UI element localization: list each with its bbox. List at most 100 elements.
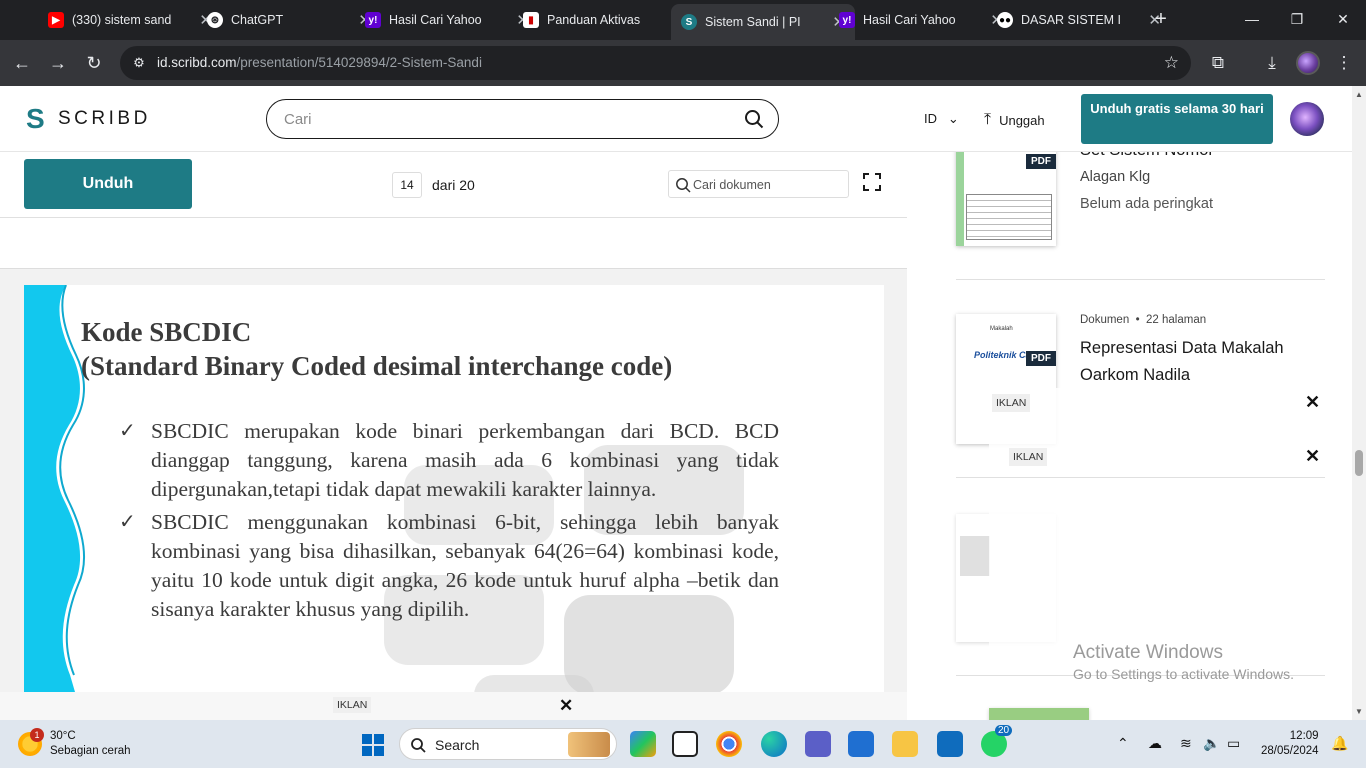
language-label: ID (924, 111, 937, 126)
battery-icon[interactable]: ▭ (1227, 735, 1240, 752)
tab-scribd-active[interactable]: S Sistem Sandi | PI ✕ (671, 4, 855, 40)
search-icon[interactable] (744, 109, 764, 129)
site-search-input[interactable]: Cari (266, 99, 779, 139)
extensions-icon[interactable]: ⧉ (1206, 51, 1230, 75)
scribd-logo[interactable]: S SCRIBD (26, 105, 151, 133)
doc-author[interactable]: Alagan Klg (1080, 169, 1150, 185)
pdf-badge: PDF (1026, 154, 1056, 169)
mail-icon[interactable] (937, 731, 963, 757)
weather-widget[interactable]: 1 30°C Sebagian cerah (18, 728, 131, 759)
doc-meta: Dokumen • 22 halaman (1080, 314, 1207, 326)
bookmark-star-icon[interactable]: ☆ (1164, 53, 1179, 73)
thumb-stripe (956, 152, 964, 246)
back-button[interactable]: ← (10, 51, 34, 75)
edge-icon[interactable] (761, 731, 787, 757)
page-number-input[interactable]: 14 (392, 172, 422, 198)
notification-bell-icon[interactable]: 🔔 (1331, 735, 1348, 752)
chatgpt-icon: ⊛ (207, 12, 223, 28)
notification-badge: 20 (995, 725, 1013, 736)
clock-time: 12:09 (1289, 730, 1319, 742)
address-bar[interactable]: ⚙ id.scribd.com/presentation/514029894/2… (120, 46, 1191, 80)
tab-youtube[interactable]: ▶ (330) sistem sand ✕ (38, 4, 222, 36)
weather-condition: Sebagian cerah (50, 745, 131, 757)
profile-avatar[interactable] (1296, 51, 1320, 75)
close-icon[interactable]: ✕ (1305, 446, 1320, 467)
watermark-line2: Go to Settings to activate Windows. (1073, 666, 1294, 682)
store-icon[interactable] (848, 731, 874, 757)
slide-title-line2: (Standard Binary Coded desimal interchan… (81, 351, 673, 381)
file-explorer-icon[interactable] (892, 731, 918, 757)
pdf-badge: PDF (1026, 351, 1056, 366)
language-selector[interactable]: ID ⌄ (924, 111, 959, 127)
free-trial-button[interactable]: Unduh gratis selama 30 hari (1081, 94, 1273, 144)
tab-medium[interactable]: ●● DASAR SISTEM I ✕ (987, 4, 1171, 36)
close-icon[interactable]: ✕ (559, 696, 573, 716)
new-tab-button[interactable]: + (1150, 8, 1172, 30)
slide-title: Kode SBCDIC (Standard Binary Coded desim… (81, 315, 672, 383)
taskbar-search[interactable]: Search (399, 728, 617, 760)
wifi-icon[interactable]: ≋ (1180, 735, 1192, 752)
minimize-button[interactable]: — (1241, 8, 1263, 30)
page-scrollbar[interactable]: ▲ ▼ (1352, 86, 1366, 720)
tab-title: Hasil Cari Yahoo (389, 13, 482, 27)
check-icon: ✓ (119, 511, 136, 533)
copilot-icon[interactable] (630, 731, 656, 757)
fullscreen-icon[interactable] (862, 172, 882, 192)
maximize-button[interactable]: ❐ (1286, 8, 1308, 30)
onedrive-icon[interactable]: ☁ (1148, 735, 1162, 752)
bottom-ad-bar (0, 692, 907, 720)
browser-tabstrip: ▶ (330) sistem sand ✕ ⊛ ChatGPT ✕ y! Has… (0, 0, 1366, 40)
user-avatar[interactable] (1290, 102, 1324, 136)
temperature: 30°C (50, 730, 76, 742)
doc-title[interactable]: Representasi Data Makalah Oarkom Nadila (1080, 335, 1284, 389)
search-icon (411, 738, 426, 753)
reload-button[interactable]: ↻ (82, 51, 106, 75)
ad-label: IKLAN (992, 394, 1031, 412)
document-search-input[interactable]: Cari dokumen (668, 170, 849, 198)
download-icon[interactable]: ⤓ (1260, 51, 1284, 75)
site-settings-icon[interactable]: ⚙ (130, 54, 148, 72)
upload-label: Unggah (999, 112, 1045, 128)
browser-toolbar: ← → ↻ ⚙ id.scribd.com/presentation/51402… (0, 40, 1366, 86)
search-placeholder: Cari (284, 111, 312, 128)
chevron-down-icon: ⌄ (947, 111, 959, 126)
bullet-item: ✓ SBCDIC merupakan kode binari perkembang… (119, 417, 779, 504)
upload-button[interactable]: ⤒ Unggah (984, 111, 1045, 129)
task-view-icon[interactable] (672, 731, 698, 757)
doc-title[interactable]: Set Sistem Nomor (1080, 152, 1214, 164)
doc-search-placeholder: Cari dokumen (693, 178, 771, 192)
scrollbar-thumb[interactable] (1355, 450, 1363, 476)
scribd-icon: S (681, 14, 697, 30)
teams-icon[interactable] (805, 731, 831, 757)
notification-badge: 1 (30, 728, 44, 742)
divider (956, 477, 1325, 478)
clock-date: 28/05/2024 (1261, 745, 1319, 757)
close-icon[interactable]: ✕ (1305, 392, 1320, 413)
document-viewer: Kode SBCDIC (Standard Binary Coded desim… (0, 218, 907, 720)
forward-button[interactable]: → (46, 51, 70, 75)
thumb-image (960, 536, 990, 576)
menu-icon[interactable]: ⋮ (1332, 51, 1356, 75)
scroll-down-icon[interactable]: ▼ (1355, 707, 1363, 716)
bullet-text: SBCDIC menggunakan kombinasi 6-bit, sehi… (151, 510, 779, 621)
windows-start-icon[interactable] (362, 734, 384, 756)
site-header: S SCRIBD Cari ID ⌄ ⤒ Unggah Unduh gratis… (0, 86, 1352, 152)
doc-thumbnail[interactable] (989, 708, 1089, 720)
tab-panduan[interactable]: ▮ Panduan Aktivas ✕ (513, 4, 697, 36)
logo-text: SCRIBD (58, 108, 151, 129)
tab-title: (330) sistem sand (72, 13, 172, 27)
chevron-up-icon[interactable]: ⌃ (1117, 735, 1129, 752)
youtube-icon: ▶ (48, 12, 64, 28)
system-clock[interactable]: 12:09 28/05/2024 (1261, 729, 1319, 759)
scroll-up-icon[interactable]: ▲ (1355, 90, 1363, 99)
download-button[interactable]: Unduh (24, 159, 192, 209)
chrome-icon[interactable] (716, 731, 742, 757)
volume-icon[interactable]: 🔈 (1203, 735, 1220, 752)
whatsapp-icon[interactable]: 20 (981, 725, 1013, 757)
tab-yahoo-2[interactable]: y! Hasil Cari Yahoo ✕ (829, 4, 1013, 36)
tab-yahoo-1[interactable]: y! Hasil Cari Yahoo ✕ (355, 4, 539, 36)
window-close-button[interactable]: ✕ (1332, 8, 1354, 30)
tab-chatgpt[interactable]: ⊛ ChatGPT ✕ (197, 4, 381, 36)
tab-title: ChatGPT (231, 13, 284, 27)
tab-title: Hasil Cari Yahoo (863, 13, 956, 27)
